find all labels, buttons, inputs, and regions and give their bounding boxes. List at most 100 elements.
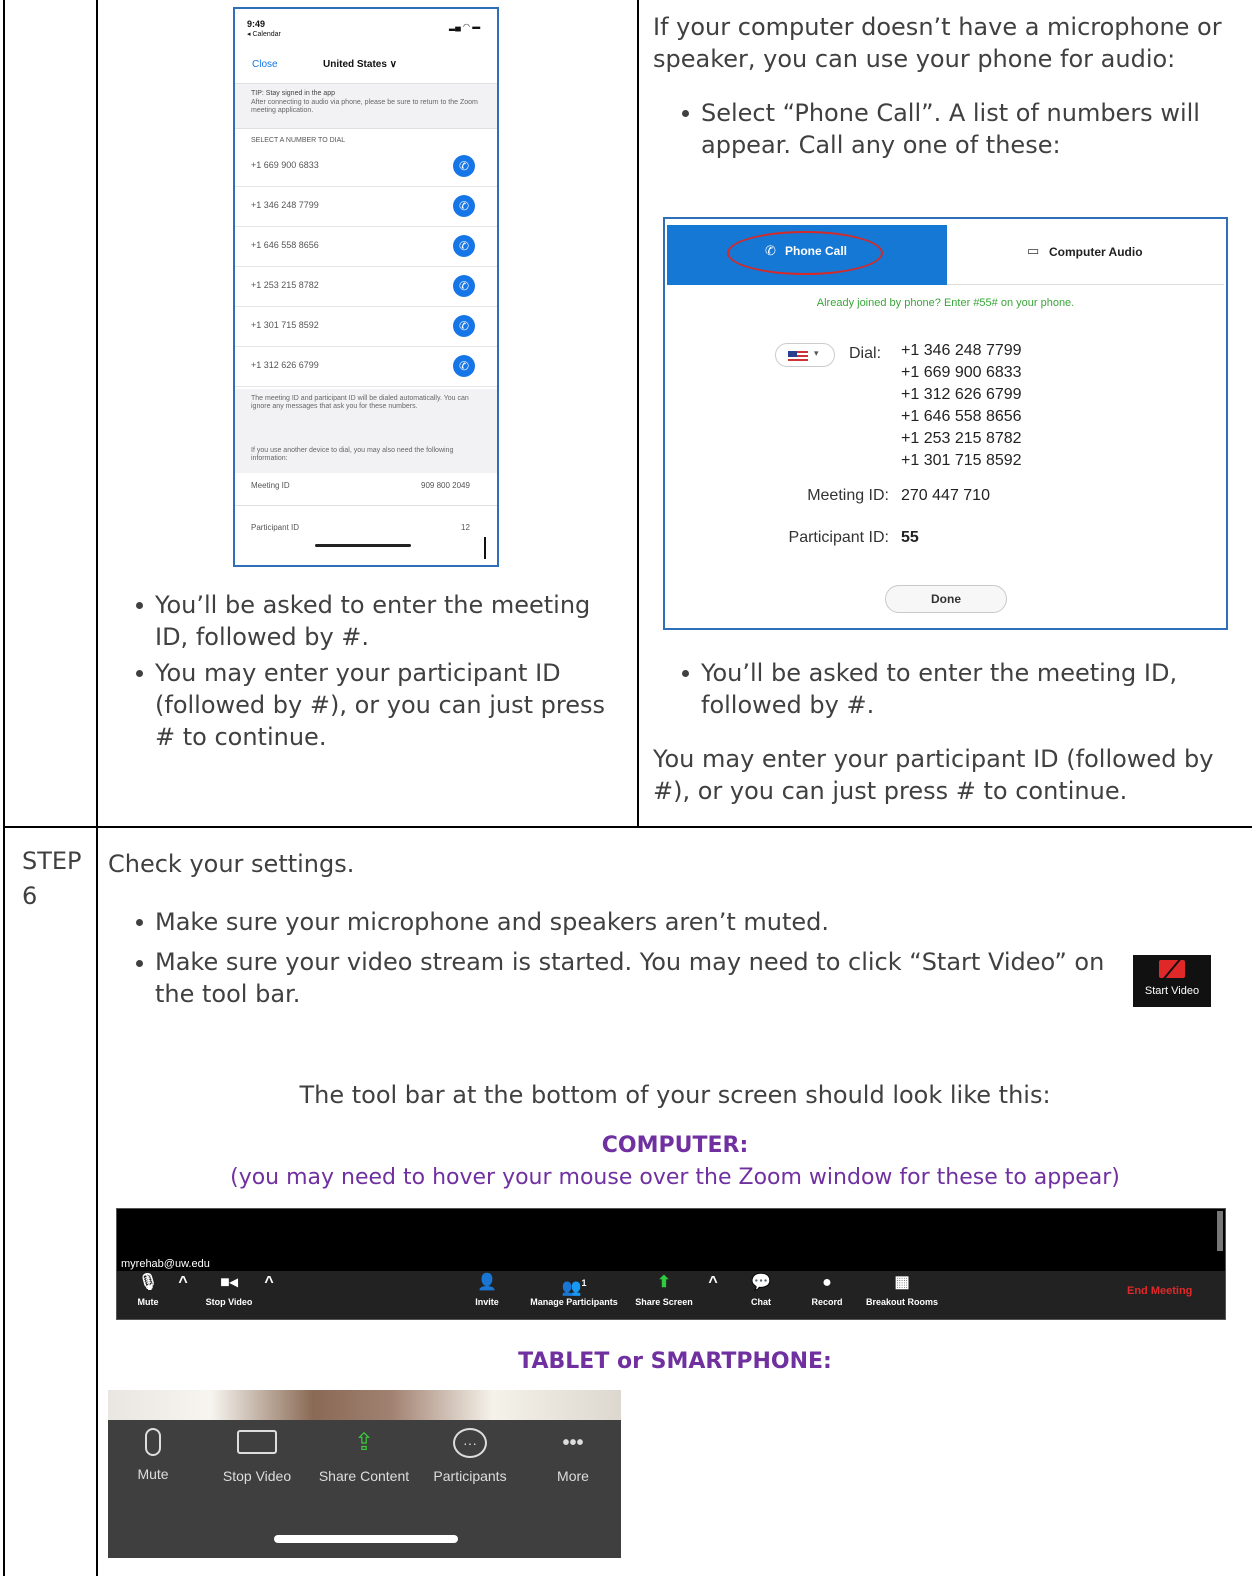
dial-number: +1 646 558 8656 — [901, 408, 1022, 425]
invite-button[interactable]: 👤 Invite — [467, 1271, 507, 1307]
bullet-marker — [136, 919, 143, 926]
phone-participant-id-value: 12 — [461, 523, 470, 532]
table-border-left — [3, 0, 5, 1576]
share-screen-icon: ⬆ — [657, 1274, 671, 1291]
end-meeting-button[interactable]: End Meeting — [1127, 1285, 1192, 1297]
video-options-caret[interactable]: ^ — [263, 1271, 275, 1297]
phone-text-cursor — [484, 537, 486, 559]
tablet-mute-label: Mute — [137, 1466, 169, 1482]
phone-number-row[interactable]: +1 253 215 8782 ✆ — [235, 267, 497, 307]
step6-bullet-2: Make sure your video stream is started. … — [155, 948, 1105, 1008]
phone-call-icon[interactable]: ✆ — [453, 355, 475, 377]
phone-number-row[interactable]: +1 669 900 6833 ✆ — [235, 147, 497, 187]
done-button[interactable]: Done — [885, 585, 1007, 613]
phone-number-row[interactable]: +1 312 626 6799 ✆ — [235, 347, 497, 387]
phone-number: +1 669 900 6833 — [251, 160, 319, 170]
top-right-intro: If your computer doesn’t have a micropho… — [653, 13, 1222, 73]
dial-number: +1 253 215 8782 — [901, 430, 1022, 447]
record-button[interactable]: ● Record — [805, 1271, 849, 1307]
bullet-marker — [136, 602, 143, 609]
dial-number: +1 312 626 6799 — [901, 386, 1022, 403]
tablet-more-button[interactable]: ••• More — [548, 1428, 598, 1484]
audio-tab-bar: ✆ Phone Call ▭ Computer Audio — [667, 225, 1224, 285]
tablet-share-content-button[interactable]: ⇪ Share Content — [316, 1428, 412, 1484]
phone-participant-id-label: Participant ID — [251, 523, 300, 532]
tablet-participants-button[interactable]: ··· Participants — [428, 1428, 512, 1484]
dial-label: Dial: — [849, 345, 882, 362]
chat-label: Chat — [751, 1297, 771, 1307]
phone-meeting-id-value: 909 800 2049 — [421, 481, 470, 490]
video-off-icon — [1159, 958, 1185, 980]
phone-call-icon[interactable]: ✆ — [453, 195, 475, 217]
zoom-join-audio-dialog: ✆ Phone Call ▭ Computer Audio Already jo… — [663, 217, 1228, 630]
phone-number: +1 312 626 6799 — [251, 360, 319, 370]
meeting-id-value: 270 447 710 — [901, 487, 990, 504]
phone-status-icons: ▂▄ ◠ ▬ — [449, 22, 481, 31]
audio-options-caret[interactable]: ^ — [177, 1271, 189, 1297]
already-joined-text: Already joined by phone? Enter #55# on y… — [816, 297, 1075, 309]
step-number: 6 — [22, 882, 38, 910]
invite-user-icon: 👤 — [477, 1274, 497, 1291]
manage-participants-button[interactable]: 👥1 Manage Participants — [519, 1271, 629, 1307]
chat-bubble-icon: 💬 — [751, 1274, 771, 1291]
table-col-divider — [96, 0, 98, 1576]
phone-country-select[interactable]: United States ∨ — [323, 59, 397, 70]
top-right-bullet-1: Select “Phone Call”. A list of numbers w… — [701, 99, 1200, 159]
table-inner-divider — [637, 0, 639, 827]
phone-tip-text: After connecting to audio via phone, ple… — [251, 99, 478, 114]
tablet-stop-video-button[interactable]: Stop Video — [218, 1428, 296, 1484]
video-off-slash — [1162, 958, 1182, 980]
caret-up-icon: ^ — [264, 1274, 274, 1291]
phone-number-row[interactable]: +1 301 715 8592 ✆ — [235, 307, 497, 347]
dial-number-list: +1 346 248 7799 +1 669 900 6833 +1 312 6… — [901, 340, 1022, 472]
phone-back-link[interactable]: ◂ Calendar — [247, 30, 281, 38]
phone-call-icon[interactable]: ✆ — [453, 235, 475, 257]
more-dots-icon: ••• — [562, 1432, 584, 1454]
chat-bubble-icon: ··· — [453, 1428, 487, 1458]
record-icon: ● — [822, 1274, 832, 1291]
dial-number: +1 346 248 7799 — [901, 342, 1022, 359]
start-video-button[interactable]: Start Video — [1133, 955, 1211, 1007]
mute-button[interactable]: 🎙 Mute — [131, 1271, 165, 1307]
phone-number: +1 301 715 8592 — [251, 320, 319, 330]
share-content-icon: ⇪ — [353, 1429, 375, 1456]
meeting-id-label: Meeting ID: — [807, 487, 889, 504]
computer-toolbar-bar: 🎙 Mute ^ ■◂ Stop Video ^ 👤 Invite 👥1 Man… — [117, 1271, 1225, 1319]
phone-call-icon[interactable]: ✆ — [453, 315, 475, 337]
computer-zoom-toolbar: myrehab@uw.edu 🎙 Mute ^ ■◂ Stop Video ^ … — [116, 1208, 1226, 1320]
manage-participants-label: Manage Participants — [530, 1297, 618, 1307]
phone-note-box: The meeting ID and participant ID will b… — [235, 389, 497, 473]
phone-meeting-id-label: Meeting ID — [251, 481, 290, 490]
tablet-stop-video-label: Stop Video — [222, 1468, 292, 1484]
tab-phone-call[interactable]: ✆ Phone Call — [667, 225, 947, 285]
share-screen-button[interactable]: ⬆ Share Screen — [631, 1271, 697, 1307]
country-flag-dropdown[interactable]: ▾ — [775, 343, 835, 367]
breakout-rooms-button[interactable]: ▦ Breakout Rooms — [857, 1271, 947, 1307]
record-label: Record — [811, 1297, 843, 1307]
top-right-paragraph: You may enter your participant ID (follo… — [653, 745, 1214, 805]
phone-call-icon[interactable]: ✆ — [453, 275, 475, 297]
stop-video-label: Stop Video — [205, 1297, 253, 1307]
phone-number-row[interactable]: +1 646 558 8656 ✆ — [235, 227, 497, 267]
chat-button[interactable]: 💬 Chat — [741, 1271, 781, 1307]
computer-heading: COMPUTER: — [601, 1133, 749, 1158]
phone-number-list: +1 669 900 6833 ✆ +1 346 248 7799 ✆ +1 6… — [235, 147, 497, 389]
scroll-edge — [1217, 1211, 1223, 1251]
start-video-label: Start Video — [1144, 985, 1200, 997]
share-options-caret[interactable]: ^ — [707, 1271, 719, 1297]
bullet-marker — [682, 670, 689, 677]
computer-note: (you may need to hover your mouse over t… — [230, 1165, 1120, 1190]
microphone-icon — [145, 1428, 161, 1456]
participant-id-label: Participant ID: — [788, 529, 889, 546]
breakout-rooms-label: Breakout Rooms — [865, 1297, 938, 1307]
phone-call-icon[interactable]: ✆ — [453, 155, 475, 177]
tablet-home-indicator — [274, 1535, 458, 1543]
phone-select-header: SELECT A NUMBER TO DIAL — [251, 137, 346, 144]
participant-id-value: 55 — [901, 529, 919, 546]
tablet-mute-button[interactable]: Mute — [130, 1428, 176, 1482]
phone-close-link[interactable]: Close — [252, 59, 278, 70]
phone-number-row[interactable]: +1 346 248 7799 ✆ — [235, 187, 497, 227]
tab-computer-audio[interactable]: ▭ Computer Audio — [947, 225, 1224, 285]
stop-video-button[interactable]: ■◂ Stop Video — [195, 1271, 263, 1307]
tablet-participants-label: Participants — [433, 1468, 507, 1484]
